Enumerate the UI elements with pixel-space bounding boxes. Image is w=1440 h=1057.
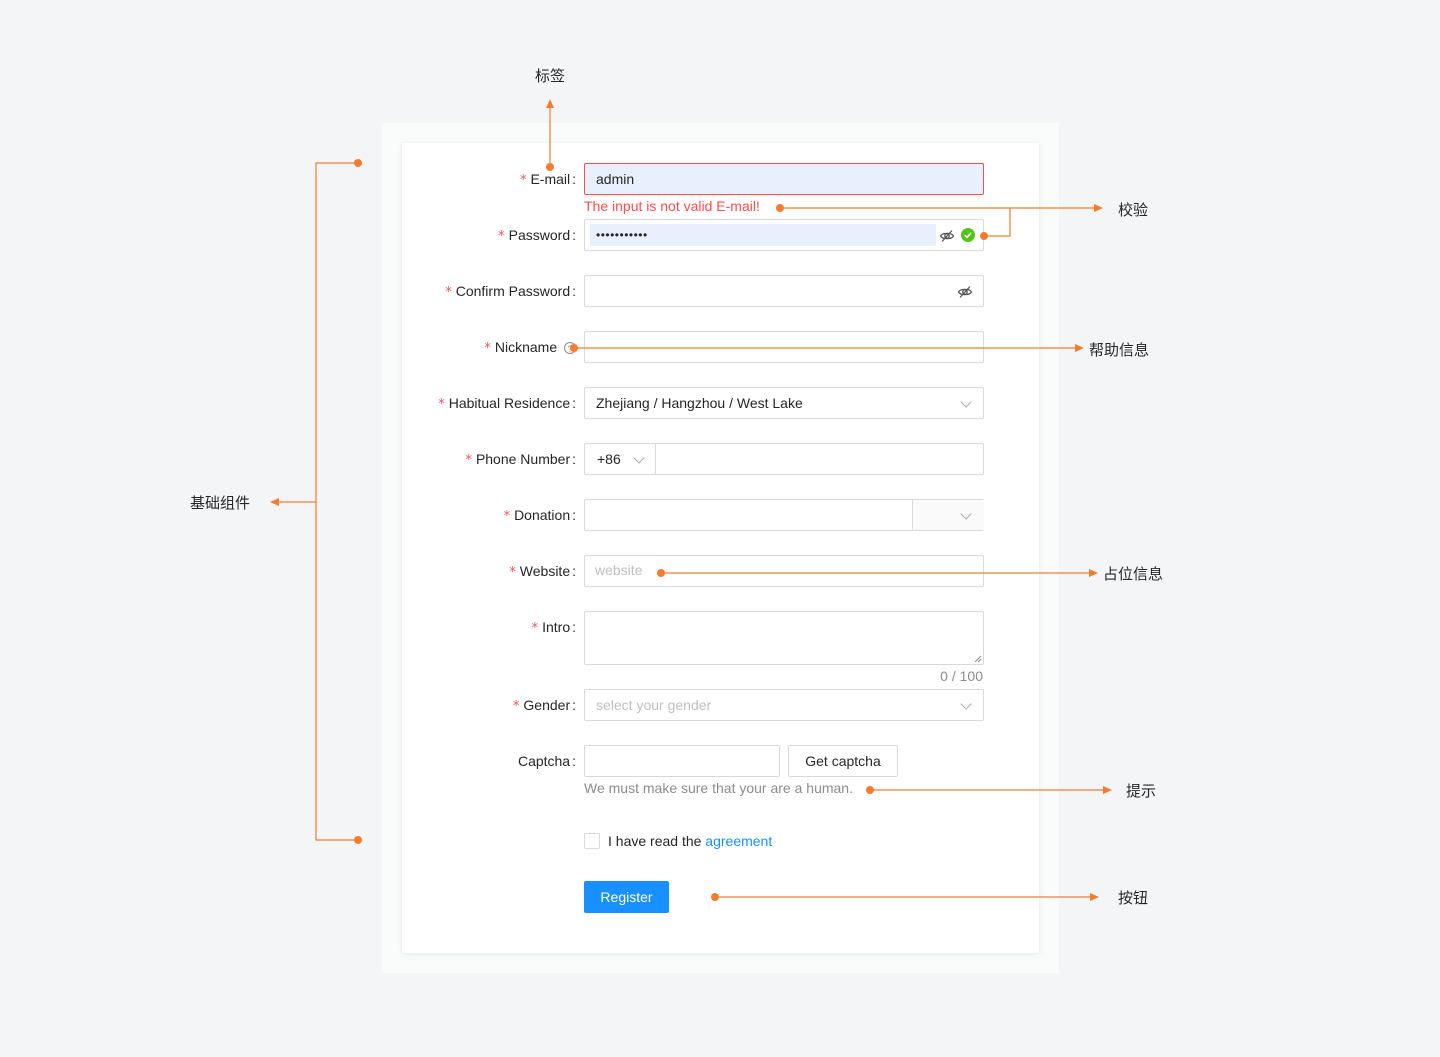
website-row: * Website: website — [402, 555, 1039, 587]
phone-prefix-value: +86 — [597, 451, 621, 467]
donation-row: * Donation: — [402, 499, 1039, 531]
agreement-checkbox[interactable] — [584, 833, 600, 849]
confirm-password-label: * Confirm Password: — [445, 283, 576, 300]
agreement-link[interactable]: agreement — [705, 833, 772, 849]
website-label: * Website: — [509, 563, 576, 580]
intro-textarea[interactable] — [584, 611, 984, 665]
email-error-message: The input is not valid E-mail! — [584, 198, 760, 214]
phone-prefix-select[interactable]: +86 — [585, 444, 656, 474]
chevron-down-icon — [960, 396, 972, 408]
registration-form: * E-mail: admin The input is not valid E-… — [402, 143, 1039, 953]
donation-currency-select[interactable] — [912, 500, 984, 530]
question-circle-icon[interactable]: ? — [564, 342, 576, 355]
agreement-text: I have read the agreement — [608, 833, 773, 849]
residence-cascader[interactable]: Zhejiang / Hangzhou / West Lake — [584, 387, 984, 419]
intro-char-counter: 0 / 100 — [940, 668, 983, 684]
check-circle-icon — [961, 228, 975, 242]
captcha-label: Captcha: — [517, 753, 576, 769]
gender-placeholder: select your gender — [596, 697, 712, 713]
phone-input[interactable] — [656, 444, 983, 474]
captcha-row: Captcha: Get captcha We must make sure t… — [402, 745, 1039, 801]
residence-label: * Habitual Residence: — [438, 395, 576, 412]
eye-invisible-icon[interactable] — [939, 228, 955, 244]
chevron-down-icon — [960, 698, 972, 710]
annotation-validation: 校验 — [1118, 201, 1149, 219]
residence-value: Zhejiang / Hangzhou / West Lake — [596, 395, 803, 411]
gender-row: * Gender: select your gender — [402, 689, 1039, 721]
phone-label: * Phone Number: — [465, 451, 576, 468]
donation-input-group — [584, 499, 984, 531]
email-value: admin — [596, 171, 635, 187]
nickname-input[interactable] — [584, 331, 984, 363]
annotation-button: 按钮 — [1118, 889, 1149, 907]
chevron-down-icon — [633, 452, 645, 464]
annotation-basic-components: 基础组件 — [190, 494, 251, 512]
donation-label: * Donation: — [503, 507, 576, 524]
phone-input-group: +86 — [584, 443, 984, 475]
phone-row: * Phone Number: +86 — [402, 443, 1039, 475]
captcha-help-text: We must make sure that your are a human. — [584, 780, 853, 796]
donation-input[interactable] — [585, 500, 912, 530]
agreement-row: I have read the agreement — [402, 825, 1039, 857]
get-captcha-button[interactable]: Get captcha — [788, 745, 898, 777]
intro-label: * Intro: — [531, 619, 576, 636]
email-label: * E-mail: — [519, 171, 576, 188]
intro-row: * Intro: 0 / 100 — [402, 611, 1039, 691]
website-placeholder: website — [595, 562, 643, 578]
confirm-password-input[interactable] — [584, 275, 984, 307]
website-input[interactable]: website — [584, 555, 984, 587]
captcha-input[interactable] — [584, 745, 780, 777]
eye-invisible-icon[interactable] — [957, 284, 973, 300]
email-input[interactable]: admin — [584, 163, 984, 195]
register-button[interactable]: Register — [584, 881, 669, 913]
confirm-password-row: * Confirm Password: — [402, 275, 1039, 307]
annotation-hint: 提示 — [1126, 782, 1157, 800]
resize-handle-icon[interactable] — [974, 655, 982, 663]
chevron-down-icon — [960, 508, 972, 520]
email-row: * E-mail: admin The input is not valid E-… — [402, 163, 1039, 214]
annotation-label: 标签 — [535, 67, 566, 85]
nickname-row: * Nickname ? — [402, 331, 1039, 363]
password-row: * Password: ••••••••••• — [402, 219, 1039, 251]
gender-select[interactable]: select your gender — [584, 689, 984, 721]
gender-label: * Gender: — [512, 697, 576, 714]
password-label: * Password: — [498, 227, 576, 244]
residence-row: * Habitual Residence: Zhejiang / Hangzhou… — [402, 387, 1039, 419]
password-value: ••••••••••• — [596, 228, 648, 242]
annotation-placeholder: 占位信息 — [1103, 565, 1164, 583]
annotation-help: 帮助信息 — [1089, 341, 1150, 359]
nickname-label: * Nickname ? — [484, 331, 576, 363]
password-input[interactable]: ••••••••••• — [584, 219, 984, 251]
